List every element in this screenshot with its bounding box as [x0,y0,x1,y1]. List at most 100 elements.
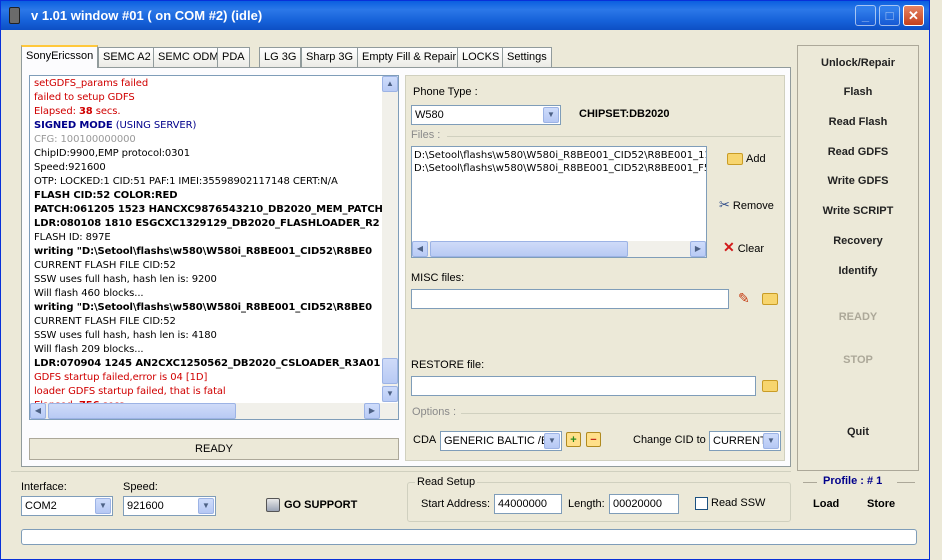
log-line: LDR:070904 1245 AN2CXC1250562_DB2020_CSL… [34,358,381,369]
tab-sharp-3g[interactable]: Sharp 3G [301,47,359,67]
read-ssw-checkbox[interactable] [695,497,708,510]
tab-pda[interactable]: PDA [217,47,250,67]
profile-label: Profile : # 1 [823,475,883,487]
log-line: failed to setup GDFS [34,92,135,103]
divider [897,482,915,483]
chevron-down-icon[interactable]: ▼ [544,433,560,449]
speed-select[interactable]: 921600 ▼ [123,496,216,516]
start-address-field[interactable]: 44000000 [494,494,562,514]
log-line: OTP: LOCKED:1 CID:51 PAF:1 IMEI:35598902… [34,176,338,187]
log-line: CURRENT FLASH FILE CID:52 [34,316,176,327]
maximize-button[interactable]: □ [879,5,900,26]
speed-label: Speed: [123,481,158,493]
remove-cda-icon[interactable]: − [586,432,601,447]
log-line: Will flash 460 blocks... [34,288,144,299]
load-profile-button[interactable]: Load [813,498,839,510]
interface-select[interactable]: COM2 ▼ [21,496,113,516]
chevron-down-icon[interactable]: ▼ [95,498,111,514]
log-line: Will flash 209 blocks... [34,344,144,355]
minimize-button[interactable]: _ [855,5,876,26]
scroll-right-icon[interactable]: ▶ [364,403,380,419]
change-cid-value: CURRENT [713,435,767,447]
clear-icon: ✕ [723,239,735,255]
phone-type-select[interactable]: W580 ▼ [411,105,561,125]
scroll-left-icon[interactable]: ◀ [30,403,46,419]
scroll-up-icon[interactable]: ▲ [382,76,398,92]
phone-type-label: Phone Type : [413,86,478,98]
files-horizontal-scrollbar[interactable]: ◀ ▶ [412,241,706,257]
length-field[interactable]: 00020000 [609,494,679,514]
change-cid-select[interactable]: CURRENT ▼ [709,431,781,451]
misc-files-field[interactable] [411,289,729,309]
write-gdfs-button[interactable]: Write GDFS [797,175,919,187]
log-line: Elapsed: 38 secs. [34,106,121,117]
list-item[interactable]: D:\Setool\flashs\w580\W580i_R8BE001_CID5… [414,163,706,174]
phone-icon [9,7,20,24]
read-gdfs-button[interactable]: Read GDFS [797,146,919,158]
log-line: SSW uses full hash, hash len is: 9200 [34,274,217,285]
unlock-repair-button[interactable]: Unlock/Repair [797,57,919,69]
chevron-down-icon[interactable]: ▼ [543,107,559,123]
scroll-thumb[interactable] [382,358,398,384]
identify-button[interactable]: Identify [797,265,919,277]
log-line: Speed:921600 [34,162,106,173]
restore-file-label: RESTORE file: [411,359,485,371]
list-item[interactable]: D:\Setool\flashs\w580\W580i_R8BE001_CID5… [414,150,706,161]
log-line: FLASH ID: 897E [34,232,111,243]
tab-locks[interactable]: LOCKS [457,47,505,67]
interface-label: Interface: [21,481,67,493]
clear-files-button[interactable]: ✕ Clear [723,239,764,256]
log-line: PATCH:061205 1523 HANCXC9876543210_DB202… [34,204,383,215]
go-support-button[interactable]: GO SUPPORT [266,498,357,512]
edit-misc-button[interactable]: ✎ [738,290,753,306]
chevron-down-icon[interactable]: ▼ [763,433,779,449]
log-line: setGDFS_params failed [34,78,149,89]
tab-sonyericsson[interactable]: SonyEricsson [21,45,99,68]
add-cda-icon[interactable]: + [566,432,581,447]
log-line: CURRENT FLASH FILE CID:52 [34,260,176,271]
divider [447,136,781,137]
add-file-button[interactable]: Add [727,153,766,166]
quit-button[interactable]: Quit [797,426,919,438]
read-flash-button[interactable]: Read Flash [797,116,919,128]
browse-misc-button[interactable] [762,293,781,306]
options-panel [405,75,785,461]
tab-empty-fill-repair[interactable]: Empty Fill & Repair [357,47,462,67]
stop-button[interactable]: STOP [797,354,919,366]
scissors-icon: ✂ [719,197,730,212]
folder-icon [762,380,778,393]
interface-value: COM2 [25,500,57,512]
log-status: READY [29,438,399,460]
remove-file-button[interactable]: ✂ Remove [719,197,774,213]
files-label: Files : [411,129,441,141]
log-line: LDR:080108 1810 ESGCXC1329129_DB2020_FLA… [34,218,380,229]
browse-restore-button[interactable] [762,380,781,393]
scroll-right-icon[interactable]: ▶ [690,241,706,257]
actions-panel [797,45,919,471]
chevron-down-icon[interactable]: ▼ [198,498,214,514]
store-profile-button[interactable]: Store [867,498,895,510]
cda-select[interactable]: GENERIC BALTIC /BA ▼ [440,431,562,451]
scroll-down-icon[interactable]: ▼ [382,386,398,402]
log-horizontal-scrollbar[interactable]: ◀ ▶ [30,403,398,419]
tab-lg-3g[interactable]: LG 3G [259,47,302,67]
log-output[interactable]: setGDFS_params failed failed to setup GD… [29,75,399,420]
restore-file-field[interactable] [411,376,756,396]
recovery-button[interactable]: Recovery [797,235,919,247]
flash-button[interactable]: Flash [797,86,919,98]
tab-semc-odm[interactable]: SEMC ODM [153,47,224,67]
title-bar[interactable]: v 1.01 window #01 ( on COM #2) (idle) _ … [1,1,929,30]
files-list[interactable]: D:\Setool\flashs\w580\W580i_R8BE001_CID5… [411,146,707,258]
scroll-thumb[interactable] [48,403,236,419]
log-vertical-scrollbar[interactable]: ▲ ▼ [382,76,398,402]
cda-label: CDA [413,434,437,446]
scroll-left-icon[interactable]: ◀ [412,241,428,257]
tab-semc-a2[interactable]: SEMC A2 [98,47,156,67]
scroll-thumb[interactable] [430,241,628,257]
length-label: Length: [568,498,605,510]
write-script-button[interactable]: Write SCRIPT [797,205,919,217]
close-button[interactable]: ✕ [903,5,924,26]
ready-status: READY [838,311,878,323]
tab-settings[interactable]: Settings [502,47,552,67]
folder-icon [762,293,778,306]
